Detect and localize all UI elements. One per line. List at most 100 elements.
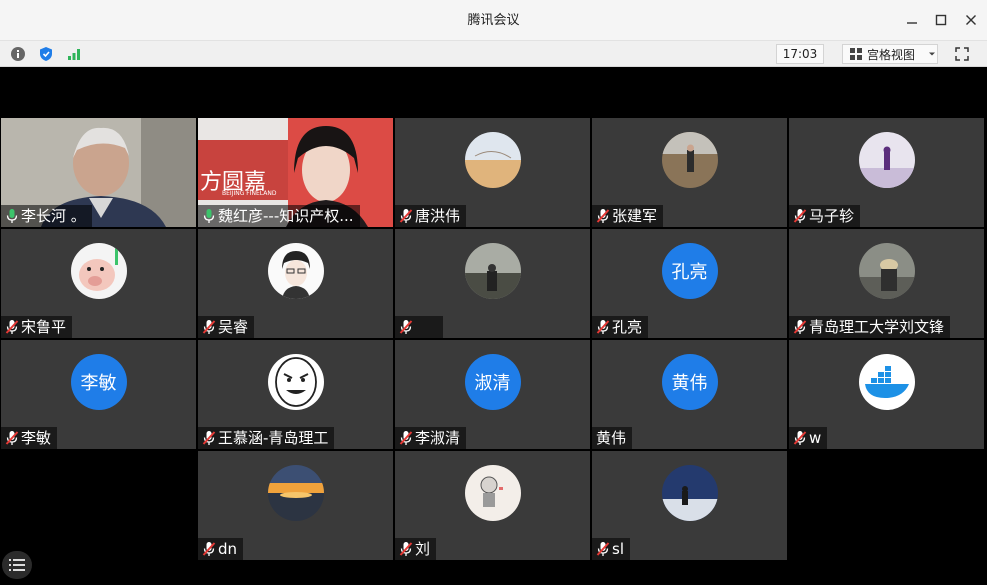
microphone-muted-icon [202, 542, 216, 556]
purple-silhouette-avatar [858, 132, 915, 188]
participant-name: 孔亮 [612, 318, 643, 336]
grid-icon [850, 48, 862, 60]
participant-name: 李敏 [21, 429, 52, 447]
microphone-muted-icon [596, 542, 610, 556]
participant-tile[interactable]: w [789, 340, 984, 449]
participant-name-tag: 张建军 [592, 205, 664, 227]
video-grid: 李长河 。 方圆嘉 BEIJING FINELAND 魏红彦---知识产权...… [0, 67, 987, 585]
participant-name: 李淑清 [415, 429, 461, 447]
participant-tile[interactable]: 李长河 。 [1, 118, 196, 227]
desert-photo-avatar [464, 132, 521, 188]
info-icon[interactable] [9, 45, 27, 63]
participant-name: 张建军 [612, 207, 658, 225]
fullscreen-icon[interactable] [953, 45, 971, 63]
participant-name: 王慕涵-青岛理工 [218, 429, 329, 447]
backdrop-logo-subtext: BEIJING FINELAND [222, 190, 277, 197]
participant-name: 青岛理工大学刘文锋 [809, 318, 945, 336]
microphone-muted-icon [399, 431, 413, 445]
participant-name: dn [218, 540, 238, 558]
participant-name: 李长河 。 [21, 207, 86, 225]
meeting-timer: 17:03 [776, 44, 824, 64]
participant-tile[interactable]: 青岛理工大学刘文锋 [789, 229, 984, 338]
microphone-muted-icon [5, 320, 19, 334]
participant-name: 唐洪伟 [415, 207, 461, 225]
participant-name-tag: sl [592, 538, 630, 560]
participant-tile[interactable]: 李敏 李敏 [1, 340, 196, 449]
signal-icon[interactable] [65, 45, 83, 63]
microphone-muted-icon [5, 431, 19, 445]
meeting-toolbar: 17:03 宫格视图 [0, 41, 987, 67]
microphone-on-icon [6, 209, 18, 223]
participant-name-tag: 吴睿 [198, 316, 255, 338]
participant-name-tag: 青岛理工大学刘文锋 [789, 316, 951, 338]
participant-tile[interactable]: 吴睿 [198, 229, 393, 338]
participant-name-tag: 黄伟 [592, 427, 633, 449]
participant-tile[interactable]: 张建军 [592, 118, 787, 227]
microphone-muted-icon [399, 320, 413, 334]
cartoon-child-avatar [464, 465, 521, 521]
participant-name: 马子轸 [809, 207, 855, 225]
microphone-muted-icon [202, 320, 216, 334]
participant-name-tag: dn [198, 538, 244, 560]
participant-name: 黄伟 [596, 429, 627, 447]
participant-tile[interactable]: 唐洪伟 [395, 118, 590, 227]
view-mode-button[interactable]: 宫格视图 [842, 44, 938, 64]
participant-name-tag: 李敏 [1, 427, 58, 449]
chevron-down-icon [929, 52, 935, 56]
microphone-muted-icon [793, 209, 807, 223]
initials-avatar: 李敏 [70, 354, 127, 410]
person-hat-avatar [858, 243, 915, 299]
microphone-muted-icon [793, 320, 807, 334]
anime-boy-avatar [267, 243, 324, 299]
title-bar: 腾讯会议 [0, 0, 987, 41]
microphone-muted-icon [793, 431, 807, 445]
microphone-muted-icon [399, 542, 413, 556]
meme-face-avatar [267, 354, 324, 410]
microphone-muted-icon [202, 431, 216, 445]
piglet-avatar [70, 243, 127, 299]
participant-tile[interactable] [395, 229, 590, 338]
docker-whale-avatar [858, 354, 915, 410]
initials-avatar: 黄伟 [661, 354, 718, 410]
participant-tile[interactable]: dn [198, 451, 393, 560]
minimize-icon[interactable] [902, 10, 922, 30]
participant-tile[interactable]: 马子轸 [789, 118, 984, 227]
window-title: 腾讯会议 [467, 13, 520, 28]
list-icon [9, 559, 25, 571]
participant-name-tag [395, 316, 443, 338]
participant-tile[interactable]: 刘 [395, 451, 590, 560]
shield-icon[interactable] [37, 45, 55, 63]
participant-name-tag: 王慕涵-青岛理工 [198, 427, 335, 449]
close-icon[interactable] [961, 10, 981, 30]
participant-tile[interactable]: 黄伟 黄伟 [592, 340, 787, 449]
participant-tile[interactable]: 孔亮 孔亮 [592, 229, 787, 338]
participant-name-tag: 魏红彦---知识产权... [198, 205, 360, 227]
participant-name-tag: 刘 [395, 538, 437, 560]
participant-name-tag: 孔亮 [592, 316, 649, 338]
participant-tile[interactable]: 淑清 李淑清 [395, 340, 590, 449]
participant-name: 刘 [415, 540, 431, 558]
participant-tile[interactable]: 方圆嘉 BEIJING FINELAND 魏红彦---知识产权... [198, 118, 393, 227]
initials-avatar: 淑清 [464, 354, 521, 410]
participant-name-tag: w [789, 427, 828, 449]
participant-name: sl [612, 540, 624, 558]
participant-tile[interactable]: 宋鲁平 [1, 229, 196, 338]
participant-name-tag: 唐洪伟 [395, 205, 467, 227]
participant-name: 魏红彦---知识产权... [218, 207, 354, 225]
microphone-muted-icon [596, 320, 610, 334]
participant-name-tag: 李长河 。 [1, 205, 92, 227]
participant-list-button[interactable] [2, 551, 32, 579]
night-sky-avatar [661, 465, 718, 521]
participant-name-tag: 宋鲁平 [1, 316, 73, 338]
participant-name-tag: 马子轸 [789, 205, 861, 227]
participant-name: w [809, 429, 822, 447]
microphone-muted-icon [399, 209, 413, 223]
participant-tile[interactable]: sl [592, 451, 787, 560]
participant-tile[interactable]: 王慕涵-青岛理工 [198, 340, 393, 449]
participant-name: 吴睿 [218, 318, 249, 336]
maximize-icon[interactable] [931, 10, 951, 30]
outdoor-person-avatar [661, 132, 718, 188]
microphone-muted-icon [596, 209, 610, 223]
dark-landscape-avatar [464, 243, 521, 299]
sunset-avatar [267, 465, 324, 521]
